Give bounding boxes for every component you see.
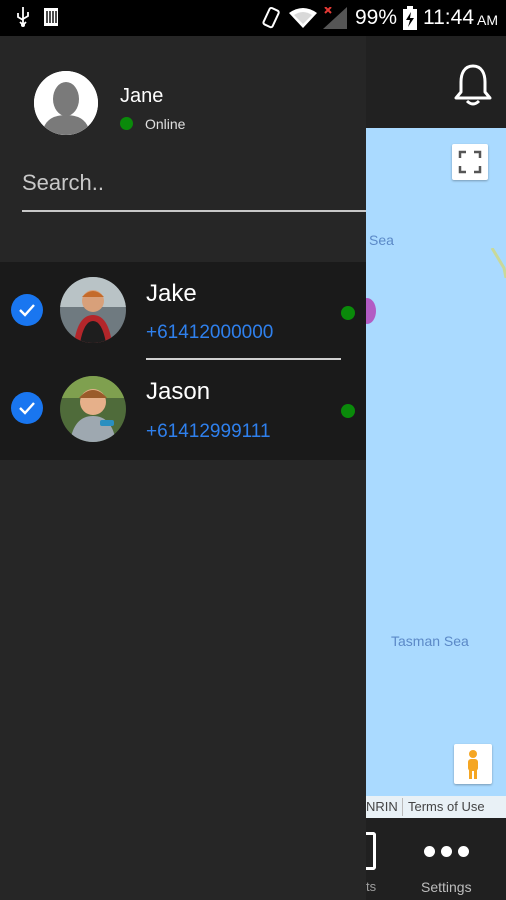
contact-online-dot-jake xyxy=(341,306,355,320)
status-bar: 99% 11:44 AM xyxy=(0,0,506,36)
contact-item-jason[interactable] xyxy=(0,360,366,458)
contact-phone-jason[interactable]: +61412999111 xyxy=(146,421,271,443)
terms-of-use-link[interactable]: Terms of Use xyxy=(408,799,485,814)
contact-name-jake: Jake xyxy=(146,280,197,307)
footer-separator xyxy=(402,798,403,816)
online-status-text: Online xyxy=(145,116,186,132)
checkmark-icon xyxy=(19,402,35,415)
wifi-icon xyxy=(288,8,317,28)
bell-icon[interactable] xyxy=(452,62,494,106)
rotate-icon xyxy=(262,6,280,29)
user-avatar[interactable] xyxy=(34,71,98,135)
fullscreen-button[interactable] xyxy=(452,144,488,180)
contact-avatar-jason xyxy=(60,376,126,442)
avatar-photo-jason xyxy=(60,376,126,442)
settings-tab-label[interactable]: Settings xyxy=(421,879,472,895)
map-label-sea: Sea xyxy=(369,232,394,248)
default-avatar-icon xyxy=(34,71,98,135)
contact-avatar-jake xyxy=(60,277,126,343)
contacts-tab-icon[interactable] xyxy=(366,832,376,870)
fullscreen-icon xyxy=(458,150,482,174)
battery-percent: 99% xyxy=(354,6,397,29)
clock-time: 11:44 xyxy=(423,6,474,29)
search-input[interactable] xyxy=(22,168,344,198)
signal-icon xyxy=(322,7,347,29)
contact-phone-jake[interactable]: +61412000000 xyxy=(146,322,273,344)
map-attribution: NRIN xyxy=(366,799,398,814)
user-name: Jane xyxy=(120,85,164,107)
checkmark-icon xyxy=(19,304,35,317)
clock-ampm: AM xyxy=(477,12,498,28)
search-underline xyxy=(22,210,366,212)
map-land-edge xyxy=(490,248,506,278)
map-marker[interactable] xyxy=(366,298,376,324)
contact-checkbox-jake[interactable] xyxy=(11,294,43,326)
sim-icon xyxy=(44,8,58,26)
map-footer: NRIN Terms of Use xyxy=(366,796,506,818)
avatar-photo-jake xyxy=(60,277,126,343)
street-view-button[interactable] xyxy=(454,744,492,784)
contact-checkbox-jason[interactable] xyxy=(11,392,43,424)
pegman-icon xyxy=(468,750,478,779)
contacts-tab-label[interactable]: ts xyxy=(366,879,376,894)
online-status-dot xyxy=(120,117,133,130)
map-view[interactable]: Sea Tasman Sea xyxy=(366,128,506,818)
map-label-tasman-sea: Tasman Sea xyxy=(391,633,469,649)
navigation-drawer xyxy=(0,36,366,900)
contact-item-jake[interactable] xyxy=(0,262,366,360)
contact-name-jason: Jason xyxy=(146,378,211,405)
contact-online-dot-jason xyxy=(341,404,355,418)
battery-charging-icon xyxy=(403,6,417,30)
usb-icon xyxy=(17,7,29,27)
more-dots-icon[interactable] xyxy=(424,846,469,857)
